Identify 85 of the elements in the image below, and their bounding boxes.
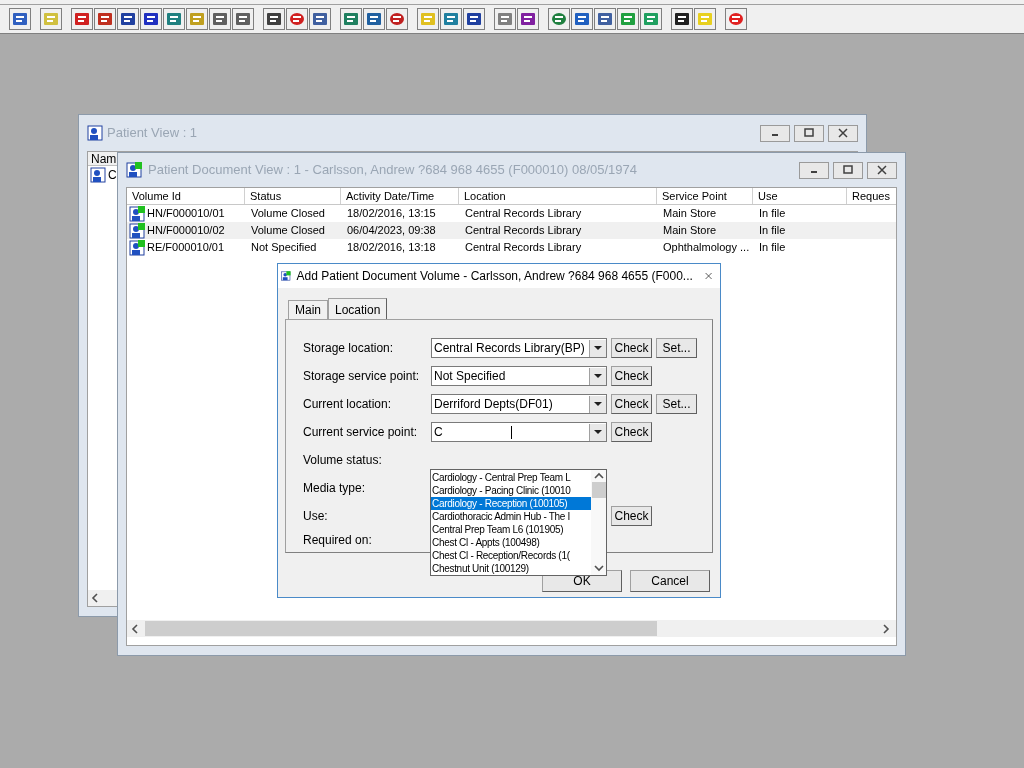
- dropdown-arrow-icon[interactable]: [594, 429, 602, 435]
- dialog-button[interactable]: Set...: [656, 338, 697, 358]
- close-icon[interactable]: [704, 270, 712, 282]
- field-label: Current service point:: [303, 424, 419, 441]
- combo-box[interactable]: Derriford Depts(DF01): [431, 394, 607, 414]
- table-cell-text: Volume Closed: [250, 223, 325, 239]
- close-icon: [837, 128, 849, 138]
- field-label: Use:: [303, 508, 329, 525]
- field-label: Required on:: [303, 532, 373, 549]
- tab[interactable]: Main: [288, 300, 328, 319]
- dialog-button[interactable]: Check: [611, 506, 652, 526]
- combo-box[interactable]: Central Records Library(BP): [431, 338, 607, 358]
- column-header[interactable]: Location: [459, 188, 657, 204]
- column-header[interactable]: Reques: [847, 188, 896, 204]
- minimize-button[interactable]: [799, 161, 829, 179]
- field-label: Current location:: [303, 396, 393, 413]
- document-person-icon: [126, 162, 142, 178]
- scrollbar-thumb[interactable]: [591, 482, 606, 498]
- minimize-button[interactable]: [760, 124, 790, 142]
- combo-value: Not Specified: [434, 368, 507, 385]
- dialog-button[interactable]: Check: [611, 422, 652, 442]
- table-cell-text: Central Records Library: [464, 240, 582, 256]
- combo-box[interactable]: Not Specified: [431, 366, 607, 386]
- column-header[interactable]: Use: [753, 188, 847, 204]
- table-cell-text: RE/F000010/01: [147, 240, 225, 256]
- column-header[interactable]: Activity Date/Time: [341, 188, 459, 204]
- document-person-icon: [129, 239, 145, 256]
- table-cell-text: Main Store: [662, 223, 717, 239]
- dropdown-item[interactable]: Cardiology - Reception (100105): [431, 497, 591, 510]
- dropdown-item[interactable]: Cardiology - Central Prep Team L: [431, 471, 591, 484]
- table-cell-text: Central Records Library: [464, 206, 582, 222]
- dropdown-item[interactable]: Cardiothoracic Admin Hub - The I: [431, 510, 591, 523]
- table-cell-text: Central Records Library: [464, 223, 582, 239]
- table-cell-text: In file: [758, 206, 786, 222]
- table-cell-text: In file: [758, 240, 786, 256]
- dialog-button[interactable]: Cancel: [630, 570, 710, 592]
- table-cell-text: C: [108, 166, 117, 184]
- combo-value: Central Records Library(BP): [434, 340, 586, 357]
- combo-value: C: [434, 424, 444, 441]
- maximize-button[interactable]: [833, 161, 863, 179]
- table-cell-text: HN/F000010/02: [147, 223, 225, 239]
- column-header[interactable]: Service Point: [657, 188, 753, 204]
- tab[interactable]: Location: [328, 298, 388, 320]
- table-cell-text: Main Store: [662, 206, 717, 222]
- field-label: Volume status:: [303, 452, 383, 469]
- document-person-icon: [129, 222, 145, 239]
- table-cell-text: 18/02/2016, 13:18: [346, 240, 436, 256]
- dropdown-arrow-icon[interactable]: [594, 373, 602, 379]
- table-cell-text: 06/04/2023, 09:38: [346, 223, 436, 239]
- document-person-icon: [281, 268, 291, 284]
- dropdown-item[interactable]: Cardiology - Pacing Clinic (10010: [431, 484, 591, 497]
- close-icon: [876, 165, 888, 175]
- scrollbar-thumb[interactable]: [145, 621, 657, 636]
- column-header[interactable]: Nam: [88, 152, 117, 165]
- combo-box[interactable]: C: [431, 422, 607, 442]
- combo-value: Derriford Depts(DF01): [434, 396, 554, 413]
- dropdown-arrow-icon[interactable]: [594, 345, 602, 351]
- close-button[interactable]: [867, 161, 897, 179]
- table-cell-text: Volume Closed: [250, 206, 325, 222]
- dialog-button[interactable]: Check: [611, 338, 652, 358]
- dropdown-item[interactable]: Chest Cl - Reception/Records (1(: [431, 549, 591, 562]
- window-title: Patient Document View : 1 - Carlsson, Andrew ?684 968 4655 (F000010) 08/05/1974: [148, 161, 638, 180]
- table-cell-text: HN/F000010/01: [147, 206, 225, 222]
- table-cell-text: 18/02/2016, 13:15: [346, 206, 436, 222]
- dropdown-item[interactable]: Central Prep Team L6 (101905): [431, 523, 591, 536]
- maximize-icon: [803, 128, 815, 138]
- dialog-button[interactable]: Set...: [656, 394, 697, 414]
- column-header[interactable]: Status: [245, 188, 341, 204]
- field-label: Media type:: [303, 480, 367, 497]
- window-title: Patient View : 1: [107, 124, 198, 143]
- dialog-button[interactable]: Check: [611, 394, 652, 414]
- text-cursor: [511, 425, 512, 439]
- close-button[interactable]: [828, 124, 858, 142]
- dropdown-item[interactable]: Chest Cl - Appts (100498): [431, 536, 591, 549]
- field-label: Storage location:: [303, 340, 395, 357]
- table-cell-text: Ophthalmology ...: [662, 240, 750, 256]
- field-label: Storage service point:: [303, 368, 421, 385]
- table-cell-text: In file: [758, 223, 786, 239]
- maximize-icon: [842, 165, 854, 175]
- dialog-button[interactable]: Check: [611, 366, 652, 386]
- dropdown-arrow-icon[interactable]: [594, 401, 602, 407]
- dialog-title: Add Patient Document Volume - Carlsson, Andrew ?684 968 4655 (F000...: [296, 268, 693, 285]
- table-cell-text: Not Specified: [250, 240, 317, 256]
- column-header[interactable]: Volume Id: [127, 188, 245, 204]
- maximize-button[interactable]: [794, 124, 824, 142]
